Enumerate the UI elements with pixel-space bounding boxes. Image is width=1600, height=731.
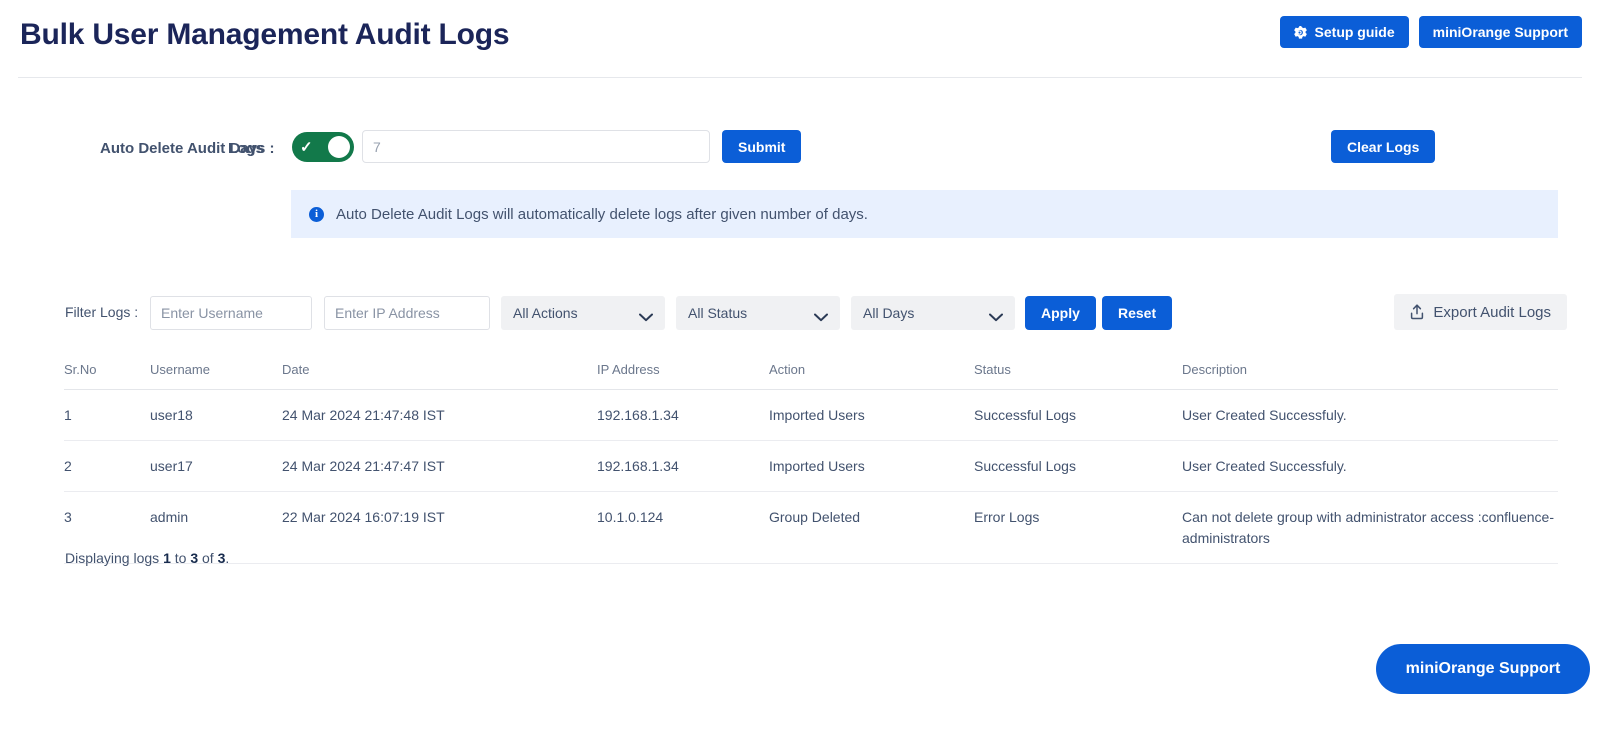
displaying-from: 1: [163, 550, 171, 566]
filter-actions-select[interactable]: All Actions: [501, 296, 665, 330]
column-header-status: Status: [974, 354, 1182, 390]
setup-guide-button[interactable]: Setup guide: [1279, 16, 1409, 48]
cell-ip-address: 192.168.1.34: [597, 440, 769, 492]
table-row: 1 user18 24 Mar 2024 21:47:48 IST 192.16…: [64, 389, 1558, 441]
setup-guide-label: Setup guide: [1314, 24, 1395, 40]
cell-action: Imported Users: [769, 440, 974, 492]
check-icon: ✓: [300, 138, 313, 156]
chevron-down-icon: [989, 309, 1003, 321]
cell-status: Error Logs: [974, 491, 1182, 564]
info-banner-text: Auto Delete Audit Logs will automaticall…: [336, 205, 868, 223]
cell-srno: 2: [64, 440, 150, 492]
gear-icon: [1292, 25, 1307, 40]
auto-delete-row: Auto Delete Audit Days : Logs ✓ Submit C…: [0, 128, 1600, 172]
cell-date: 24 Mar 2024 21:47:48 IST: [282, 389, 597, 441]
table-row: 2 user17 24 Mar 2024 21:47:47 IST 192.16…: [64, 440, 1558, 492]
auto-delete-label: Auto Delete Audit Days : Logs: [100, 140, 274, 157]
column-header-description: Description: [1182, 354, 1558, 390]
filter-status-value: All Status: [688, 305, 748, 321]
cell-status: Successful Logs: [974, 440, 1182, 492]
auto-delete-days-input[interactable]: [362, 130, 710, 163]
cell-ip-address: 10.1.0.124: [597, 491, 769, 564]
displaying-of-word: of: [198, 550, 218, 566]
displaying-logs-text: Displaying logs 1 to 3 of 3.: [65, 550, 229, 566]
column-header-srno: Sr.No: [64, 354, 150, 390]
cell-username: user17: [150, 440, 282, 492]
displaying-to-word: to: [170, 550, 191, 566]
cell-description: Can not delete group with administrator …: [1182, 491, 1558, 564]
page-title: Bulk User Management Audit Logs: [20, 18, 510, 51]
floating-miniorange-support-button[interactable]: miniOrange Support: [1376, 644, 1590, 694]
filter-username-input[interactable]: [150, 296, 312, 330]
filter-days-select[interactable]: All Days: [851, 296, 1015, 330]
info-banner: i Auto Delete Audit Logs will automatica…: [291, 190, 1558, 238]
upload-icon: [1410, 304, 1424, 320]
filter-ip-input[interactable]: [324, 296, 490, 330]
filter-status-select[interactable]: All Status: [676, 296, 840, 330]
header-actions: Setup guide miniOrange Support: [1279, 16, 1582, 48]
page-header: Bulk User Management Audit Logs Setup gu…: [18, 0, 1582, 78]
cell-description: User Created Successfuly.: [1182, 440, 1558, 492]
auto-delete-label-overlay: Logs: [228, 140, 264, 157]
miniorange-support-button[interactable]: miniOrange Support: [1418, 16, 1582, 48]
column-header-ip-address: IP Address: [597, 354, 769, 390]
audit-logs-table: Sr.No Username Date IP Address Action St…: [64, 354, 1558, 564]
displaying-suffix: .: [225, 550, 230, 566]
cell-action: Imported Users: [769, 389, 974, 441]
export-audit-logs-button[interactable]: Export Audit Logs: [1394, 294, 1567, 330]
chevron-down-icon: [639, 309, 653, 321]
info-icon: i: [309, 206, 324, 222]
filter-actions-value: All Actions: [513, 305, 578, 321]
chevron-down-icon: [814, 309, 828, 321]
filter-days-value: All Days: [863, 305, 915, 321]
column-header-date: Date: [282, 354, 597, 390]
cell-status: Successful Logs: [974, 389, 1182, 441]
cell-srno: 1: [64, 389, 150, 441]
apply-button[interactable]: Apply: [1025, 296, 1096, 330]
cell-username: user18: [150, 389, 282, 441]
cell-description: User Created Successfuly.: [1182, 389, 1558, 441]
column-header-action: Action: [769, 354, 974, 390]
audit-logs-page: Bulk User Management Audit Logs Setup gu…: [0, 0, 1600, 731]
reset-button[interactable]: Reset: [1102, 296, 1173, 330]
cell-date: 22 Mar 2024 16:07:19 IST: [282, 491, 597, 564]
column-header-username: Username: [150, 354, 282, 390]
cell-ip-address: 192.168.1.34: [597, 389, 769, 441]
export-audit-logs-label: Export Audit Logs: [1433, 303, 1551, 321]
table-header-row: Sr.No Username Date IP Address Action St…: [64, 354, 1558, 390]
submit-button[interactable]: Submit: [722, 130, 802, 163]
displaying-to: 3: [190, 550, 199, 566]
displaying-prefix: Displaying logs: [65, 550, 164, 566]
filter-row: Filter Logs : All Actions All Status All…: [0, 294, 1600, 332]
auto-delete-toggle[interactable]: ✓: [292, 132, 354, 162]
cell-action: Group Deleted: [769, 491, 974, 564]
cell-date: 24 Mar 2024 21:47:47 IST: [282, 440, 597, 492]
filter-logs-label: Filter Logs :: [65, 304, 139, 320]
toggle-knob: [328, 136, 350, 158]
table-row: 3 admin 22 Mar 2024 16:07:19 IST 10.1.0.…: [64, 491, 1558, 564]
clear-logs-button[interactable]: Clear Logs: [1331, 130, 1436, 163]
